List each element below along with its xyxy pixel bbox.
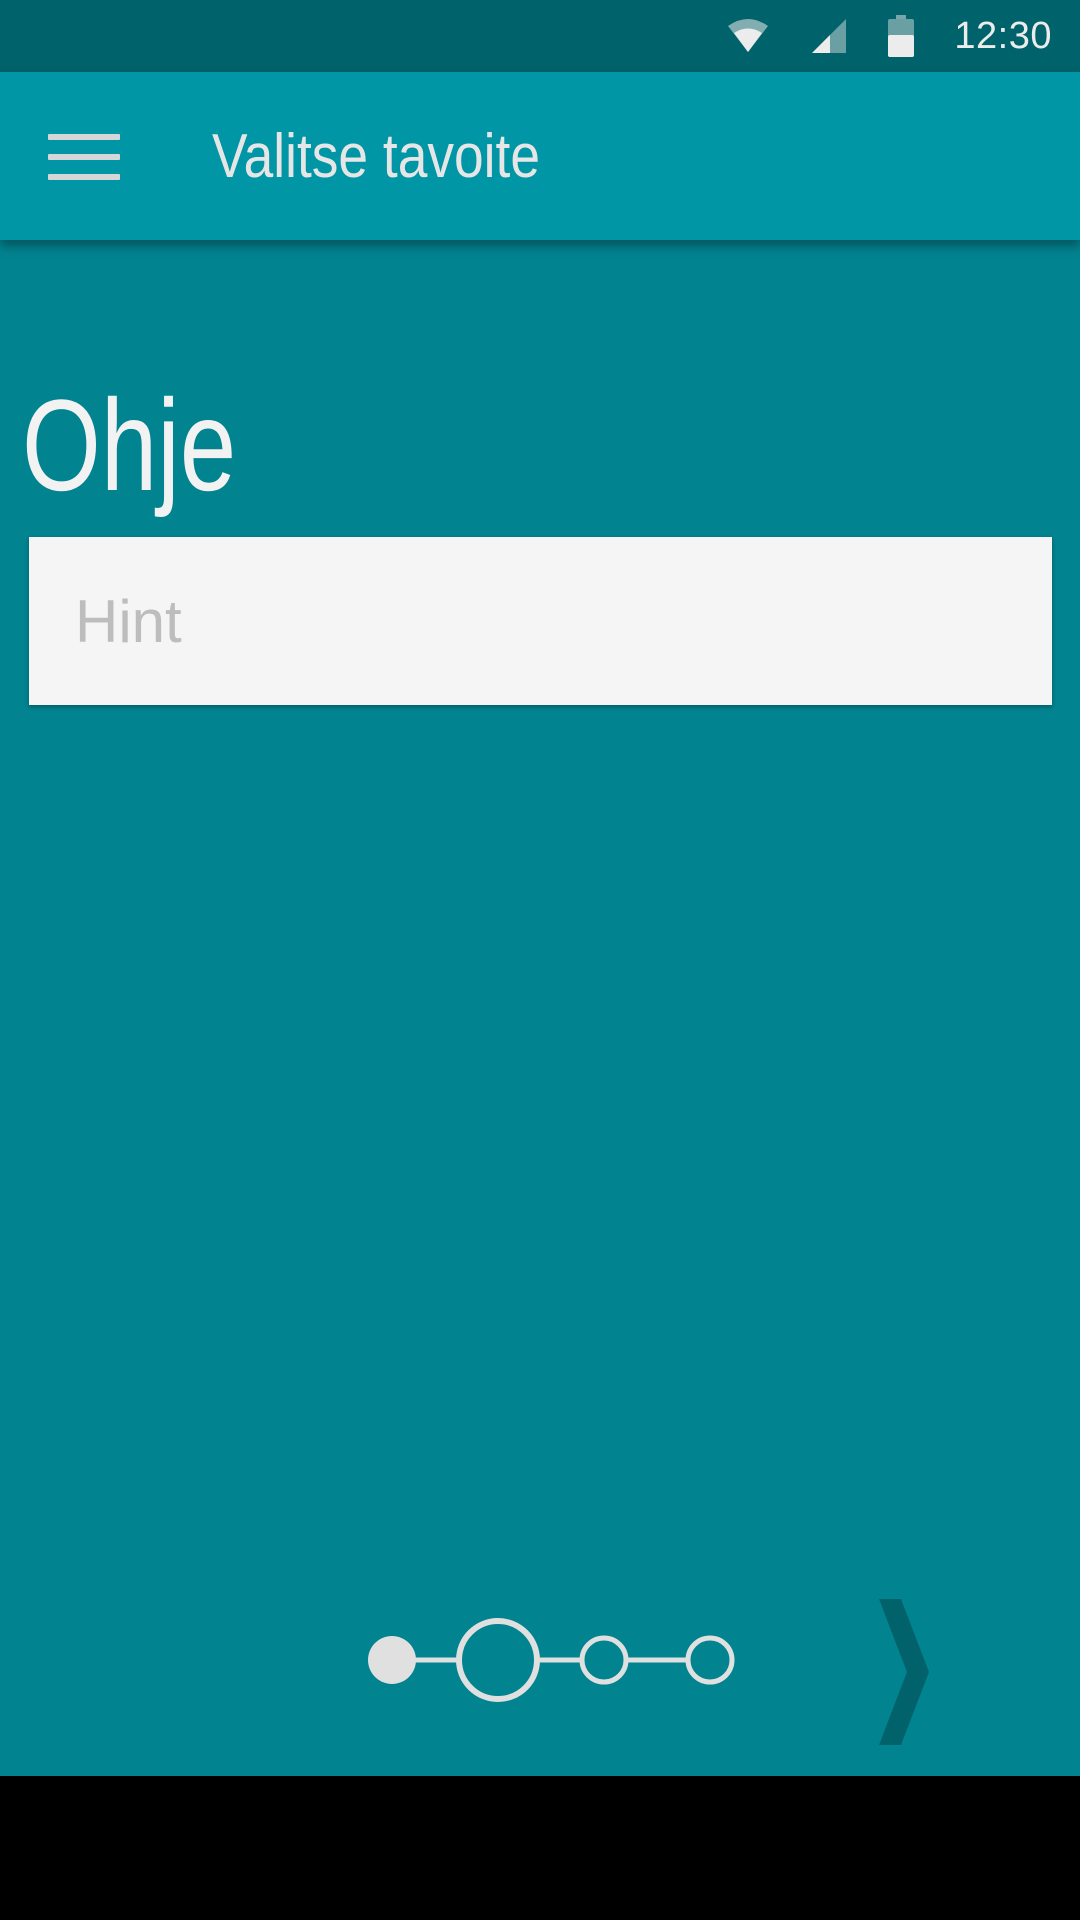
step-dot[interactable] (579, 1635, 629, 1685)
status-time: 12:30 (954, 14, 1052, 57)
app-title: Valitse tavoite (212, 122, 540, 191)
status-bar: 12:30 (0, 0, 1080, 72)
menu-line (48, 154, 120, 160)
step-dot-current[interactable] (456, 1618, 540, 1702)
next-button[interactable] (868, 1592, 938, 1752)
chevron-right-icon (879, 1599, 929, 1745)
hamburger-menu-icon[interactable] (40, 122, 130, 192)
system-navigation-bar (0, 1776, 1080, 1920)
step-dot[interactable] (685, 1635, 735, 1685)
screen: 12:30 Valitse tavoite Ohje (0, 0, 1080, 1920)
step-dot-completed[interactable] (368, 1636, 416, 1684)
hint-input[interactable] (29, 537, 1052, 705)
page-heading: Ohje (22, 372, 237, 518)
step-indicator (360, 1610, 740, 1710)
app-bar: Valitse tavoite (0, 72, 1080, 240)
menu-line (48, 174, 120, 180)
main-content: Ohje (0, 240, 1080, 1776)
cellular-signal-icon (810, 17, 848, 55)
battery-icon (888, 15, 915, 57)
menu-line (48, 134, 120, 140)
wifi-icon (726, 18, 770, 54)
